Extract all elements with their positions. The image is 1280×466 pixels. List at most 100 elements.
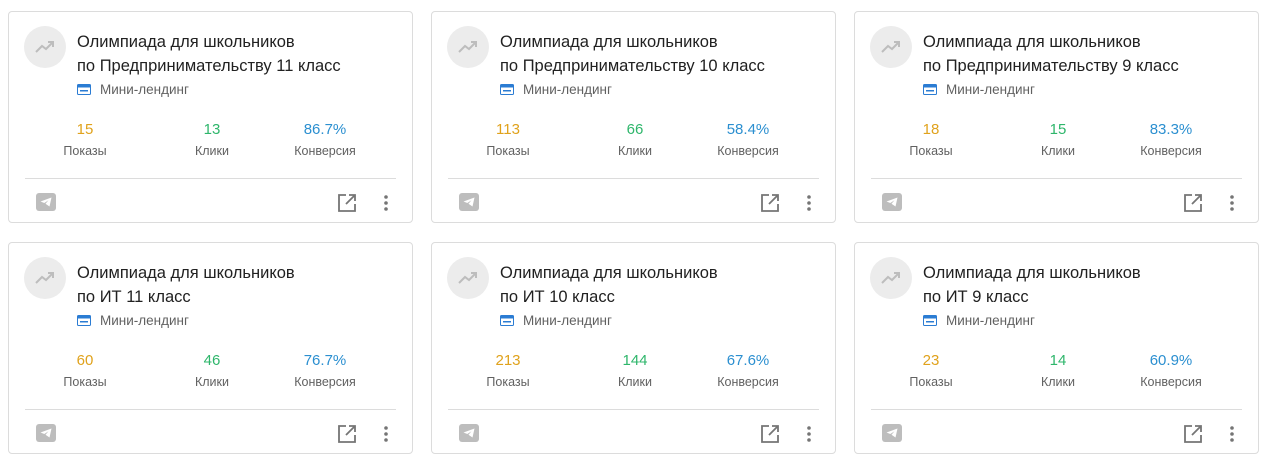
card-type: Мини-лендинг [923,82,1035,97]
card-title-line: по ИТ 10 класс [500,288,615,306]
clicks-value: 66 [626,121,644,138]
conversion-value: 58.4% [726,121,770,138]
trending-up-icon [447,26,489,68]
shows-label: Показы [486,375,530,389]
shows-value: 113 [496,121,520,138]
trending-up-icon [24,257,66,299]
trending-up-icon [24,26,66,68]
open-in-new-icon[interactable] [760,424,780,444]
card-type: Мини-лендинг [500,313,612,328]
conversion-stat: 67.6% Конверсия [698,351,798,391]
clicks-stat: 66 Клики [585,120,685,160]
shows-value: 18 [922,121,940,138]
conversion-value: 83.3% [1149,121,1193,138]
card-title-line: Олимпиада для школьников [500,33,718,51]
landing-page-icon [500,315,514,326]
shows-label: Показы [486,144,530,158]
telegram-icon[interactable] [459,193,479,211]
campaign-card[interactable]: Олимпиада для школьников по ИТ 10 класс … [431,242,836,454]
card-title[interactable]: Олимпиада для школьников по ИТ 11 класс [77,261,397,309]
conversion-label: Конверсия [717,144,779,158]
conversion-value: 76.7% [303,352,347,369]
clicks-label: Клики [194,375,229,389]
more-vertical-icon[interactable] [379,423,393,445]
card-title[interactable]: Олимпиада для школьников по ИТ 9 класс [923,261,1243,309]
card-title[interactable]: Олимпиада для школьников по ИТ 10 класс [500,261,820,309]
card-divider [448,178,819,179]
conversion-value: 60.9% [1149,352,1193,369]
card-type: Мини-лендинг [77,313,189,328]
shows-stat: 60 Показы [35,351,135,391]
card-title[interactable]: Олимпиада для школьников по Предпринимат… [77,30,397,78]
card-title-line: по ИТ 9 класс [923,288,1029,306]
shows-stat: 113 Показы [458,120,558,160]
card-title-line: по Предпринимательству 10 класс [500,57,765,75]
landing-page-icon [923,84,937,95]
more-vertical-icon[interactable] [379,192,393,214]
telegram-icon[interactable] [882,193,902,211]
more-vertical-icon[interactable] [1225,192,1239,214]
open-in-new-icon[interactable] [760,193,780,213]
shows-label: Показы [63,144,107,158]
telegram-icon[interactable] [459,424,479,442]
open-in-new-icon[interactable] [1183,193,1203,213]
conversion-value: 67.6% [726,352,770,369]
card-title-line: Олимпиада для школьников [923,264,1141,282]
trending-up-icon [447,257,489,299]
card-title-line: Олимпиада для школьников [500,264,718,282]
conversion-stat: 60.9% Конверсия [1121,351,1221,391]
conversion-stat: 83.3% Конверсия [1121,120,1221,160]
shows-value: 15 [76,121,94,138]
card-type-label: Мини-лендинг [523,82,612,97]
card-title-line: Олимпиада для школьников [923,33,1141,51]
more-vertical-icon[interactable] [802,192,816,214]
campaign-cards-grid: Олимпиада для школьников по Предпринимат… [0,0,1280,466]
conversion-stat: 76.7% Конверсия [275,351,375,391]
clicks-label: Клики [1040,375,1075,389]
trending-up-icon [870,257,912,299]
card-divider [25,409,396,410]
conversion-label: Конверсия [294,144,356,158]
clicks-value: 15 [1049,121,1067,138]
card-title[interactable]: Олимпиада для школьников по Предпринимат… [923,30,1243,78]
conversion-label: Конверсия [1140,375,1202,389]
campaign-card[interactable]: Олимпиада для школьников по Предпринимат… [431,11,836,223]
card-divider [871,409,1242,410]
campaign-card[interactable]: Олимпиада для школьников по Предпринимат… [8,11,413,223]
shows-stat: 213 Показы [458,351,558,391]
open-in-new-icon[interactable] [1183,424,1203,444]
more-vertical-icon[interactable] [1225,423,1239,445]
open-in-new-icon[interactable] [337,193,357,213]
campaign-card[interactable]: Олимпиада для школьников по Предпринимат… [854,11,1259,223]
telegram-icon[interactable] [882,424,902,442]
card-title-line: по Предпринимательству 9 класс [923,57,1179,75]
card-title-line: Олимпиада для школьников [77,33,295,51]
more-vertical-icon[interactable] [802,423,816,445]
shows-label: Показы [63,375,107,389]
card-type: Мини-лендинг [77,82,189,97]
shows-value: 60 [76,352,94,369]
landing-page-icon [77,84,91,95]
landing-page-icon [77,315,91,326]
card-type-label: Мини-лендинг [946,82,1035,97]
shows-stat: 18 Показы [881,120,981,160]
conversion-label: Конверсия [1140,144,1202,158]
shows-value: 23 [922,352,940,369]
clicks-label: Клики [617,144,652,158]
card-type: Мини-лендинг [500,82,612,97]
card-title[interactable]: Олимпиада для школьников по Предпринимат… [500,30,820,78]
card-title-line: по ИТ 11 класс [77,288,191,306]
card-title-line: Олимпиада для школьников [77,264,295,282]
telegram-icon[interactable] [36,424,56,442]
conversion-stat: 58.4% Конверсия [698,120,798,160]
card-divider [871,178,1242,179]
card-type: Мини-лендинг [923,313,1035,328]
campaign-card[interactable]: Олимпиада для школьников по ИТ 11 класс … [8,242,413,454]
campaign-card[interactable]: Олимпиада для школьников по ИТ 9 класс М… [854,242,1259,454]
conversion-value: 86.7% [303,121,347,138]
open-in-new-icon[interactable] [337,424,357,444]
card-type-label: Мини-лендинг [946,313,1035,328]
card-type-label: Мини-лендинг [100,82,189,97]
telegram-icon[interactable] [36,193,56,211]
conversion-stat: 86.7% Конверсия [275,120,375,160]
